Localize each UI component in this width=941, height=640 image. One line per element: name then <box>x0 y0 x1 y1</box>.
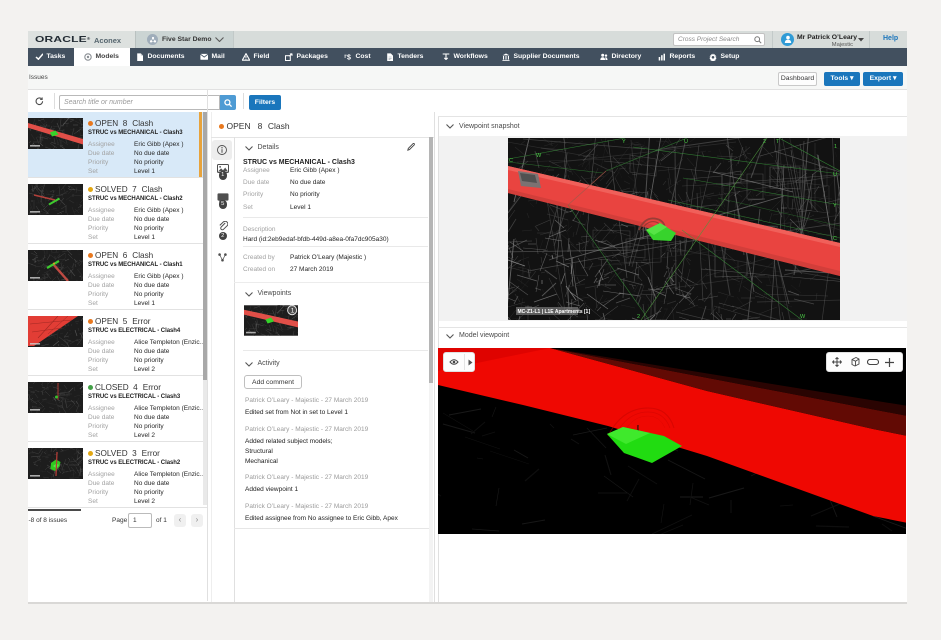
svg-text:W: W <box>536 153 542 159</box>
svg-text:U: U <box>833 172 837 178</box>
svg-text:1: 1 <box>834 144 837 150</box>
svg-text:C: C <box>509 158 513 164</box>
svg-text:2: 2 <box>637 314 640 320</box>
svg-text:Y: Y <box>833 203 837 209</box>
svg-text:1: 1 <box>291 308 295 315</box>
svg-text:$: $ <box>347 54 351 60</box>
svg-text:C: C <box>833 236 837 242</box>
svg-text:MC-Z1-L1 | L1E Apartments [1]: MC-Z1-L1 | L1E Apartments [1] <box>518 309 591 315</box>
svg-text:Y: Y <box>622 139 626 145</box>
svg-text:W: W <box>800 314 806 320</box>
svg-text:U: U <box>684 139 688 145</box>
svg-text:2: 2 <box>763 139 766 145</box>
